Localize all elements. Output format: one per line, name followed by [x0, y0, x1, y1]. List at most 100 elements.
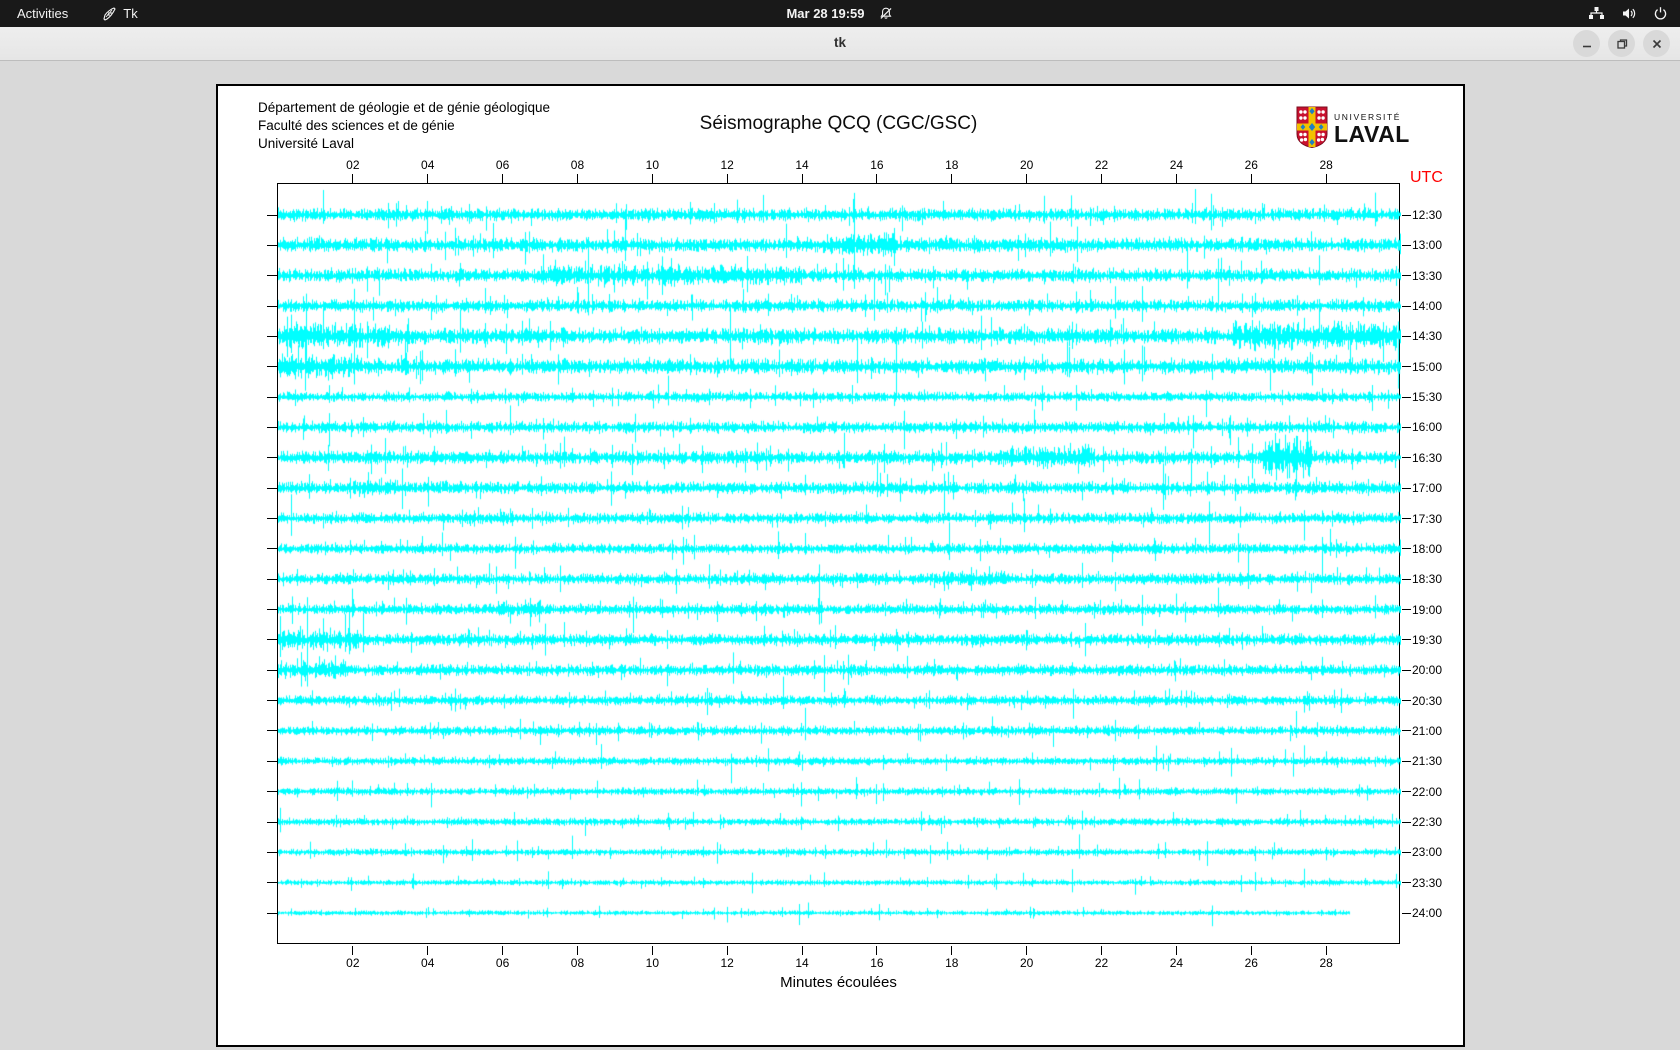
trace-tick-left — [267, 518, 277, 519]
utc-time-label: 17:30 — [1412, 512, 1442, 526]
trace-tick-left — [267, 427, 277, 428]
x-tick-label-bottom: 14 — [792, 956, 812, 970]
x-tick-label-bottom: 08 — [567, 956, 587, 970]
utc-time-label: 16:30 — [1412, 451, 1442, 465]
x-tick-top — [727, 174, 728, 183]
x-tick-label-top: 10 — [642, 158, 662, 172]
x-tick-bottom — [876, 946, 877, 955]
close-button[interactable] — [1643, 30, 1670, 57]
x-tick-bottom — [1176, 946, 1177, 955]
maximize-button[interactable] — [1608, 30, 1635, 57]
power-icon[interactable] — [1653, 6, 1668, 21]
x-tick-label-top: 04 — [418, 158, 438, 172]
chart-title: Séismographe QCQ (CGC/GSC) — [277, 113, 1400, 135]
x-tick-top — [1176, 174, 1177, 183]
utc-time-label: 22:30 — [1412, 815, 1442, 829]
close-icon — [1651, 38, 1663, 50]
x-tick-bottom — [352, 946, 353, 955]
minimize-button[interactable] — [1573, 30, 1600, 57]
trace-tick-right — [1402, 518, 1411, 519]
trace-tick-right — [1402, 488, 1411, 489]
x-tick-bottom — [951, 946, 952, 955]
x-tick-bottom — [652, 946, 653, 955]
trace-tick-left — [267, 275, 277, 276]
activities-label: Activities — [17, 6, 68, 21]
seismogram-plot-box — [277, 183, 1400, 944]
network-icon[interactable] — [1588, 6, 1605, 21]
trace-tick-right — [1402, 670, 1411, 671]
trace-tick-left — [267, 548, 277, 549]
trace-tick-right — [1402, 761, 1411, 762]
x-tick-label-top: 02 — [343, 158, 363, 172]
utc-time-label: 16:00 — [1412, 420, 1442, 434]
x-tick-label-top: 16 — [867, 158, 887, 172]
utc-time-label: 18:30 — [1412, 572, 1442, 586]
x-tick-label-top: 26 — [1241, 158, 1261, 172]
x-tick-label-top: 14 — [792, 158, 812, 172]
gnome-top-bar: Activities Tk Mar 28 19:59 — [0, 0, 1680, 27]
x-tick-label-bottom: 10 — [642, 956, 662, 970]
x-tick-label-bottom: 02 — [343, 956, 363, 970]
utc-time-label: 13:00 — [1412, 238, 1442, 252]
trace-tick-right — [1402, 427, 1411, 428]
x-tick-label-bottom: 06 — [493, 956, 513, 970]
activities-button[interactable]: Activities — [17, 6, 68, 21]
utc-axis-label: UTC — [1410, 169, 1443, 187]
x-tick-label-top: 08 — [567, 158, 587, 172]
laval-crest-icon — [1296, 106, 1328, 153]
trace-tick-left — [267, 336, 277, 337]
trace-tick-left — [267, 639, 277, 640]
utc-time-label: 18:00 — [1412, 542, 1442, 556]
x-tick-label-bottom: 22 — [1092, 956, 1112, 970]
app-menu[interactable]: Tk — [102, 6, 137, 21]
x-tick-bottom — [577, 946, 578, 955]
volume-icon[interactable] — [1621, 6, 1637, 21]
utc-time-label: 22:00 — [1412, 785, 1442, 799]
utc-time-label: 24:00 — [1412, 906, 1442, 920]
x-tick-label-bottom: 18 — [942, 956, 962, 970]
trace-tick-left — [267, 670, 277, 671]
logo-universite-text: UNIVERSITÉ — [1334, 113, 1410, 122]
trace-tick-right — [1402, 306, 1411, 307]
trace-tick-right — [1402, 336, 1411, 337]
trace-tick-left — [267, 791, 277, 792]
x-tick-bottom — [502, 946, 503, 955]
trace-tick-right — [1402, 700, 1411, 701]
clock-menu[interactable]: Mar 28 19:59 — [786, 6, 893, 21]
x-tick-label-bottom: 20 — [1017, 956, 1037, 970]
x-tick-bottom — [802, 946, 803, 955]
minimize-icon — [1581, 38, 1593, 50]
x-tick-bottom — [1026, 946, 1027, 955]
trace-tick-right — [1402, 366, 1411, 367]
utc-time-label: 14:30 — [1412, 329, 1442, 343]
header-line-3: Université Laval — [258, 135, 550, 153]
x-tick-top — [876, 174, 877, 183]
trace-tick-right — [1402, 245, 1411, 246]
x-tick-label-top: 24 — [1166, 158, 1186, 172]
x-tick-top — [502, 174, 503, 183]
window-title: tk — [0, 35, 1680, 50]
app-menu-label: Tk — [123, 6, 137, 21]
trace-tick-right — [1402, 548, 1411, 549]
tk-feather-icon — [102, 7, 116, 21]
desktop-area: Département de géologie et de génie géol… — [0, 61, 1680, 1050]
trace-tick-left — [267, 306, 277, 307]
bell-muted-icon — [879, 6, 894, 21]
x-tick-label-bottom: 12 — [717, 956, 737, 970]
x-tick-top — [652, 174, 653, 183]
trace-tick-right — [1402, 730, 1411, 731]
x-tick-bottom — [727, 946, 728, 955]
trace-tick-right — [1402, 579, 1411, 580]
utc-time-label: 19:00 — [1412, 603, 1442, 617]
trace-tick-right — [1402, 882, 1411, 883]
trace-tick-right — [1402, 609, 1411, 610]
seismogram-traces — [278, 184, 1401, 945]
x-tick-top — [951, 174, 952, 183]
window-titlebar[interactable]: tk — [0, 27, 1680, 61]
trace-tick-left — [267, 822, 277, 823]
trace-tick-left — [267, 913, 277, 914]
seismograph-canvas-frame: Département de géologie et de génie géol… — [216, 84, 1465, 1047]
universite-laval-logo: UNIVERSITÉ LAVAL — [1296, 106, 1410, 153]
utc-time-label: 20:00 — [1412, 663, 1442, 677]
utc-time-label: 17:00 — [1412, 481, 1442, 495]
